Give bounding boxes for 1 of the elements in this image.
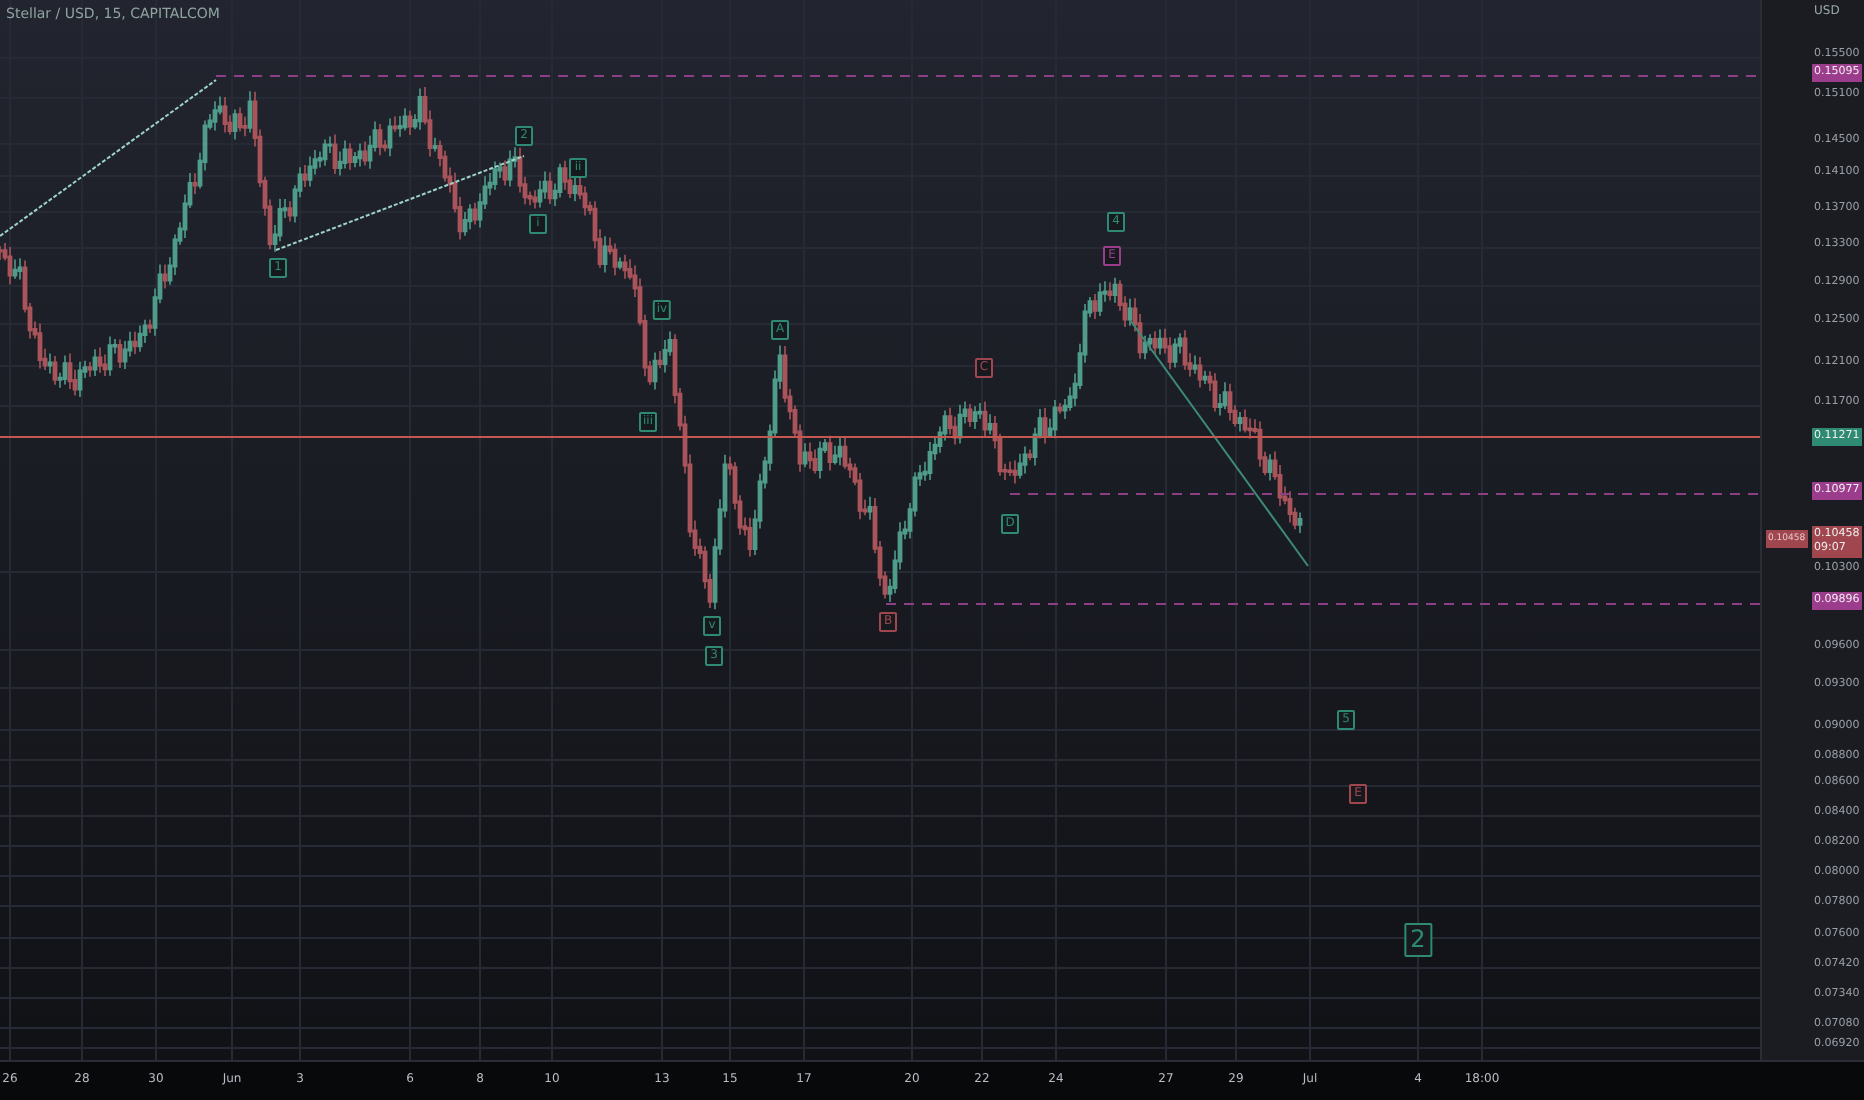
wave-label: 2	[1404, 923, 1432, 957]
